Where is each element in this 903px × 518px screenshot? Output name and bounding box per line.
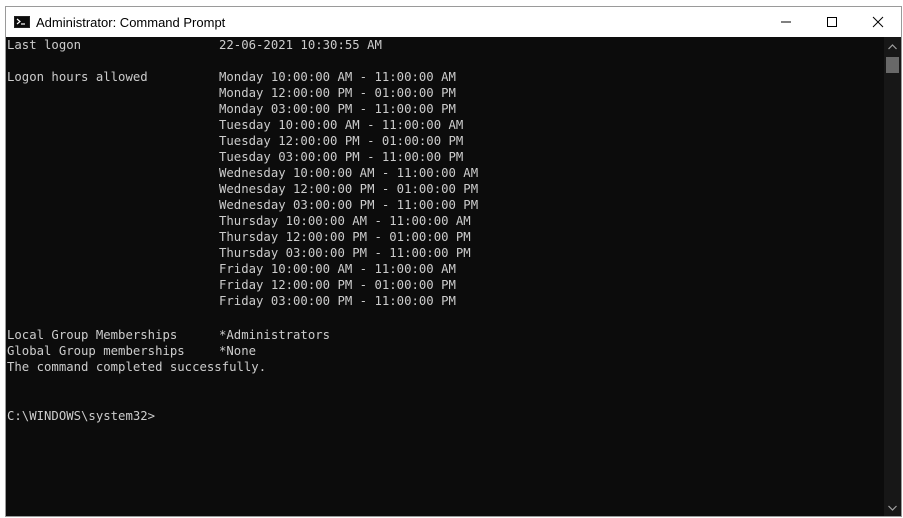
- logon-hours-line: Friday 10:00:00 AM - 11:00:00 AM: [7, 261, 456, 277]
- logon-hours-line: Monday 12:00:00 PM - 01:00:00 PM: [7, 85, 456, 101]
- logon-hours-line: Thursday 12:00:00 PM - 01:00:00 PM: [7, 229, 471, 245]
- last-logon-line: Last logon 22-06-2021 10:30:55 AM: [7, 37, 382, 53]
- window-title: Administrator: Command Prompt: [36, 14, 226, 30]
- command-prompt[interactable]: C:\WINDOWS\system32>: [7, 408, 155, 424]
- title-bar[interactable]: Administrator: Command Prompt: [6, 7, 901, 37]
- logon-hours-line: Tuesday 12:00:00 PM - 01:00:00 PM: [7, 133, 463, 149]
- chevron-up-icon: [888, 44, 897, 50]
- scroll-down-button[interactable]: [884, 500, 901, 516]
- global-groups-value: *None: [219, 344, 257, 358]
- logon-hours-label: Logon hours allowed: [7, 70, 148, 84]
- logon-hours-entry: Wednesday 03:00:00 PM - 11:00:00 PM: [219, 198, 479, 212]
- logon-hours-entry: Wednesday 10:00:00 AM - 11:00:00 AM: [219, 166, 479, 180]
- logon-hours-line: Wednesday 12:00:00 PM - 01:00:00 PM: [7, 181, 478, 197]
- logon-hours-entry: Thursday 03:00:00 PM - 11:00:00 PM: [219, 246, 471, 260]
- local-groups-value: *Administrators: [219, 328, 331, 342]
- logon-hours-line: Logon hours allowed Monday 10:00:00 AM - …: [7, 69, 456, 85]
- logon-hours-entry: Friday 03:00:00 PM - 11:00:00 PM: [219, 294, 456, 308]
- logon-hours-entry: Friday 10:00:00 AM - 11:00:00 AM: [219, 262, 456, 276]
- scroll-thumb[interactable]: [886, 57, 899, 73]
- minimize-icon: [781, 21, 791, 23]
- logon-hours-entry: Tuesday 12:00:00 PM - 01:00:00 PM: [219, 134, 464, 148]
- logon-hours-entry: Tuesday 10:00:00 AM - 11:00:00 AM: [219, 118, 464, 132]
- maximize-icon: [827, 17, 837, 27]
- logon-hours-line: Wednesday 10:00:00 AM - 11:00:00 AM: [7, 165, 478, 181]
- close-icon: [872, 16, 884, 28]
- completion-message: The command completed successfully.: [7, 360, 267, 374]
- minimize-button[interactable]: [763, 7, 809, 37]
- logon-hours-entry: Monday 03:00:00 PM - 11:00:00 PM: [219, 102, 456, 116]
- local-groups-line: Local Group Memberships *Administrators: [7, 327, 330, 343]
- last-logon-value: 22-06-2021 10:30:55 AM: [219, 38, 382, 52]
- logon-hours-line: Friday 12:00:00 PM - 01:00:00 PM: [7, 277, 456, 293]
- logon-hours-entry: Wednesday 12:00:00 PM - 01:00:00 PM: [219, 182, 479, 196]
- logon-hours-line: Wednesday 03:00:00 PM - 11:00:00 PM: [7, 197, 478, 213]
- logon-hours-entry: Friday 12:00:00 PM - 01:00:00 PM: [219, 278, 456, 292]
- maximize-button[interactable]: [809, 7, 855, 37]
- logon-hours-line: Thursday 10:00:00 AM - 11:00:00 AM: [7, 213, 471, 229]
- logon-hours-entry: Monday 12:00:00 PM - 01:00:00 PM: [219, 86, 456, 100]
- local-groups-label: Local Group Memberships: [7, 328, 178, 342]
- logon-hours-line: Friday 03:00:00 PM - 11:00:00 PM: [7, 293, 456, 309]
- vertical-scrollbar[interactable]: [884, 37, 901, 516]
- logon-hours-line: Tuesday 10:00:00 AM - 11:00:00 AM: [7, 117, 463, 133]
- logon-hours-line: Tuesday 03:00:00 PM - 11:00:00 PM: [7, 149, 463, 165]
- logon-hours-entry: Thursday 12:00:00 PM - 01:00:00 PM: [219, 230, 471, 244]
- last-logon-label: Last logon: [7, 38, 82, 52]
- chevron-down-icon: [888, 505, 897, 511]
- global-groups-label: Global Group memberships: [7, 344, 185, 358]
- logon-hours-entry: Thursday 10:00:00 AM - 11:00:00 AM: [219, 214, 471, 228]
- console-output[interactable]: Last logon 22-06-2021 10:30:55 AM Logon h…: [6, 37, 884, 516]
- logon-hours-entry: Monday 10:00:00 AM - 11:00:00 AM: [219, 70, 456, 84]
- close-button[interactable]: [855, 7, 901, 37]
- scroll-up-button[interactable]: [884, 39, 901, 55]
- cmd-icon[interactable]: [14, 16, 30, 28]
- logon-hours-line: Thursday 03:00:00 PM - 11:00:00 PM: [7, 245, 471, 261]
- global-groups-line: Global Group memberships *None: [7, 343, 256, 359]
- logon-hours-line: Monday 03:00:00 PM - 11:00:00 PM: [7, 101, 456, 117]
- command-prompt-window: Administrator: Command Prompt Last logon…: [5, 6, 902, 517]
- logon-hours-entry: Tuesday 03:00:00 PM - 11:00:00 PM: [219, 150, 464, 164]
- caption-buttons: [763, 7, 901, 37]
